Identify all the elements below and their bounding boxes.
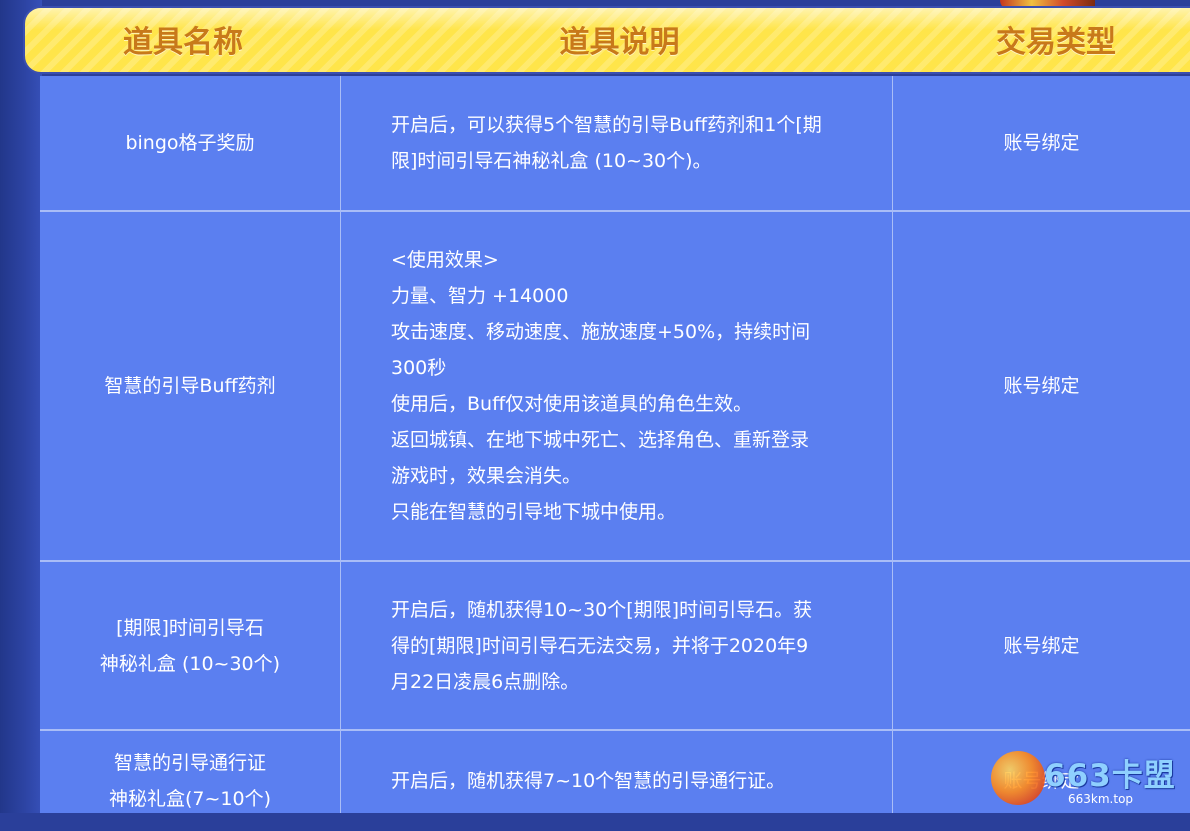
table-row: 智慧的引导通行证 神秘礼盒(7~10个) 开启后，随机获得7~10个智慧的引导通… xyxy=(40,731,1190,831)
header-trade-type: 交易类型 xyxy=(996,25,1116,60)
table-row: 智慧的引导Buff药剂 <使用效果> 力量、智力 +14000 攻击速度、移动速… xyxy=(40,212,1190,560)
item-description-cell: 开启后，随机获得10~30个[期限]时间引导石。获 得的[期限]时间引导石无法交… xyxy=(391,598,813,693)
table-row: [期限]时间引导石 神秘礼盒 (10~30个) 开启后，随机获得10~30个[期… xyxy=(40,562,1190,729)
trade-type-cell: 账号绑定 xyxy=(1003,375,1080,397)
item-name-cell: 智慧的引导通行证 神秘礼盒(7~10个) xyxy=(108,752,271,810)
trade-type-cell: 账号绑定 xyxy=(1003,634,1080,657)
item-description-cell: 开启后，可以获得5个智慧的引导Buff药剂和1个[期 限]时间引导石神秘礼盒 (… xyxy=(391,114,822,172)
item-name-cell: bingo格子奖励 xyxy=(125,132,255,154)
item-description-cell: <使用效果> 力量、智力 +14000 攻击速度、移动速度、施放速度+50%，持… xyxy=(391,249,811,523)
table-header: 道具名称 道具说明 交易类型 xyxy=(23,6,1190,74)
trade-type-cell: 账号绑定 xyxy=(1003,770,1080,792)
trade-type-cell: 账号绑定 xyxy=(1003,132,1080,154)
header-item-description: 道具说明 xyxy=(559,25,680,60)
item-table: bingo格子奖励 开启后，可以获得5个智慧的引导Buff药剂和1个[期 限]时… xyxy=(40,76,1190,813)
item-name-cell: [期限]时间引导石 神秘礼盒 (10~30个) xyxy=(99,616,281,675)
item-name-cell: 智慧的引导Buff药剂 xyxy=(104,375,276,397)
header-item-name: 道具名称 xyxy=(123,25,243,60)
item-description-cell: 开启后，随机获得7~10个智慧的引导通行证。 xyxy=(391,770,786,792)
table-row: bingo格子奖励 开启后，可以获得5个智慧的引导Buff药剂和1个[期 限]时… xyxy=(40,76,1190,210)
left-background-panel xyxy=(0,0,42,813)
